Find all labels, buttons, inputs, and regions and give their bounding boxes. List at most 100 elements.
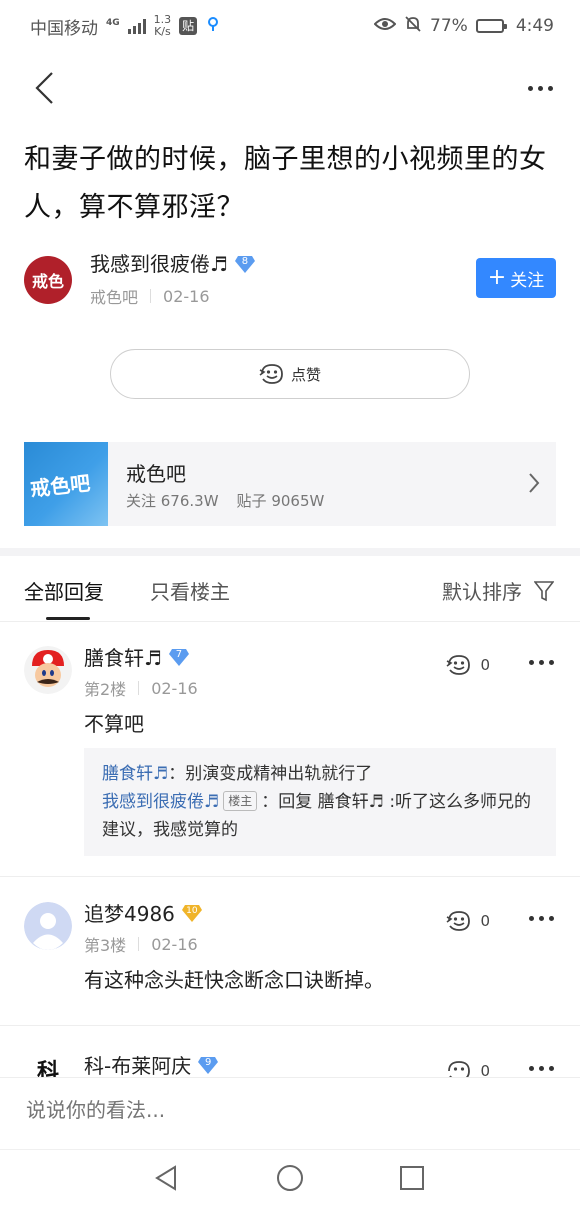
divider [0,876,580,877]
forum-followers: 关注 676.3W [126,492,219,510]
bluetooth-app-icon [205,16,221,37]
reply-content: 有这种念头赶快念断念口诀断掉。 [84,968,384,992]
system-back-button[interactable] [152,1164,180,1192]
like-label: 点赞 [290,365,321,384]
reply-like-button[interactable]: 0 [446,910,490,932]
like-face-icon [448,1061,471,1077]
level-badge: 9 [197,1055,219,1075]
reply-meta: 第2楼 02-16 [84,676,198,700]
reply-more-button[interactable] [529,654,554,671]
like-count: 0 [480,1062,490,1077]
sub-reply-text: 别演变成精神出轨就行了 [185,764,373,784]
reply-author[interactable]: 科-布莱阿庆 [84,1050,191,1077]
sub-reply-author[interactable]: 我感到很疲倦♬ [102,792,219,812]
eye-icon [373,16,397,36]
back-button[interactable] [22,68,66,108]
post-title: 和妻子做的时候，脑子里想的小视频里的女人，算不算邪淫？ [24,144,547,223]
reply-date: 02-16 [151,678,198,698]
more-options-button[interactable] [518,68,562,108]
sub-reply: 膳食轩♬：别演变成精神出轨就行了 [102,764,373,784]
triangle-back-icon [155,1165,176,1191]
like-face-icon [446,655,471,675]
comment-input[interactable] [26,1098,526,1122]
battery-percent: 77% [430,16,468,36]
level-badge: 10 [181,903,203,923]
status-bar: 中国移动 4G 1.3 K/s 贴 77% 4:49 [0,0,580,52]
like-button[interactable]: 点赞 [110,349,470,399]
reply-avatar[interactable] [24,902,72,950]
circle-home-icon [277,1165,303,1191]
dot-icon [527,85,533,91]
forum-posts: 贴子 9065W [236,492,325,510]
clock: 4:49 [515,16,554,36]
system-nav-bar [0,1149,580,1205]
divider [138,681,140,695]
floor-number: 第2楼 [84,680,127,699]
forum-name: 戒色吧 [126,462,186,486]
reply-item: 科 科-布莱阿庆 9 0 [0,1050,580,1077]
like-count: 0 [480,912,490,930]
sub-replies[interactable]: 膳食轩♬：别演变成精神出轨就行了 我感到很疲倦♬ 楼主 ：回复 膳食轩♬ :听了这么… [84,748,556,856]
dot-icon [547,85,553,91]
level-badge: 7 [168,647,190,667]
reply-name-row: 追梦4986 10 [84,898,203,927]
divider [150,289,152,303]
author-meta: 戒色吧 02-16 [90,284,210,308]
op-tag: 楼主 [223,791,258,811]
reply-avatar[interactable]: 科 [24,1054,72,1077]
tab-underline [46,617,90,620]
like-face-icon [259,364,283,384]
mario-avatar-image [24,646,72,694]
like-face-icon [446,911,471,931]
reply-author[interactable]: 追梦4986 [84,898,175,927]
filter-icon [534,580,554,601]
chevron-left-icon [35,72,53,104]
reply-meta: 第3楼 02-16 [84,932,198,956]
reply-name-row: 膳食轩♬ 7 [84,642,190,671]
tab-all-replies[interactable]: 全部回复 [24,576,104,605]
reply-name-row: 科-布莱阿庆 9 [84,1050,219,1077]
tieba-notification-icon: 贴 [179,17,198,35]
forum-card[interactable]: 戒色吧 戒色吧 关注 676.3W 贴子 9065W [24,442,556,526]
follow-button[interactable]: + 关注 [476,258,556,298]
comment-bar [0,1077,580,1149]
nav-bar [0,52,580,124]
sub-reply-author[interactable]: 膳食轩♬ [102,764,168,784]
reply-author[interactable]: 膳食轩♬ [84,642,162,671]
system-recents-button[interactable] [398,1164,426,1192]
reply-like-button[interactable]: 0 [446,654,490,676]
sort-button[interactable]: 默认排序 [442,576,554,605]
square-recents-icon [400,1166,424,1190]
author-name[interactable]: 我感到很疲倦♬ [90,250,228,278]
reply-avatar[interactable] [24,646,72,694]
tab-only-op[interactable]: 只看楼主 [150,576,230,605]
chevron-right-icon [529,473,540,493]
system-home-button[interactable] [276,1164,304,1192]
reply-date: 02-16 [151,934,198,954]
sort-label: 默认排序 [442,580,522,604]
reply-more-button[interactable] [529,910,554,927]
divider [0,1025,580,1026]
reply-content: 不算吧 [84,712,144,736]
like-count: 0 [480,656,490,674]
forum-stats: 关注 676.3W 贴子 9065W [126,490,324,511]
divider [138,937,140,951]
reply-like-button[interactable]: 0 [446,1060,490,1077]
follow-label: 关注 [510,270,545,291]
battery-icon [475,19,507,33]
author-avatar[interactable]: 戒色 [24,256,72,304]
plus-icon: + [487,265,507,290]
post-date: 02-16 [163,286,210,306]
default-user-avatar [24,902,72,950]
mute-bell-icon [404,15,422,38]
reply-more-button[interactable] [529,1060,554,1077]
signal-icon [127,18,146,34]
post-author: 戒色 我感到很疲倦♬ 8 戒色吧 02-16 + 关注 [24,250,556,314]
dot-icon [537,85,543,91]
floor-number: 第3楼 [84,936,127,955]
sub-reply: 我感到很疲倦♬ 楼主 ：回复 膳食轩♬ :听了这么多师兄的建议，我感觉算的 [102,791,532,840]
section-gap [0,548,580,556]
author-name-row: 我感到很疲倦♬ 8 [90,250,256,278]
author-forum: 戒色吧 [90,288,139,307]
level-badge: 8 [234,254,256,274]
